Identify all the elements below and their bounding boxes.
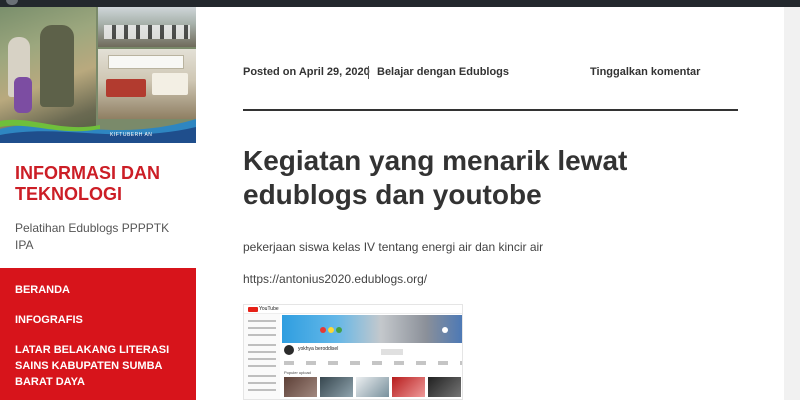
post-title: Kegiatan yang menarik lewat edublogs dan… [243, 145, 628, 210]
browser-top-bar [0, 0, 800, 7]
channel-avatar [284, 345, 294, 355]
post-date-link[interactable]: Posted on April 29, 2020 [243, 66, 370, 78]
yt-channel-info: yokhya beroddisel [284, 345, 434, 357]
yt-logo-text: YouTube [259, 306, 279, 312]
site-description: Pelatihan Edublogs PPPPTK IPA [15, 221, 170, 252]
post-paragraph: pekerjaan siswa kelas IV tentang energi … [243, 240, 544, 254]
post-content: Posted on April 29, 2020 Belajar dengan … [196, 7, 784, 400]
yt-channel-banner [282, 315, 462, 343]
nav-item-infografis[interactable]: INFOGRAFIS [15, 312, 185, 328]
header-photo-desks [98, 49, 196, 119]
toolbar-icon [6, 0, 18, 5]
meta-divider [368, 66, 369, 79]
yt-sidebar [244, 314, 280, 399]
main-navigation: BERANDA INFOGRAFIS LATAR BELAKANG LITERA… [0, 268, 196, 400]
channel-name: yokhya beroddisel [298, 346, 339, 352]
site-title[interactable]: INFORMASI DAN TEKNOLOGI [15, 163, 185, 205]
yt-video-thumb [284, 377, 317, 397]
header-image: KIFTUBERH AN [0, 7, 196, 143]
yt-tabs [284, 361, 462, 365]
youtube-logo-icon [248, 307, 258, 312]
page-gutter [784, 7, 800, 400]
title-divider [243, 109, 738, 111]
youtube-screenshot-image[interactable]: YouTube yokhya beroddisel Populer upload [243, 304, 463, 400]
post-url-text: https://antonius2020.edublogs.org/ [243, 272, 428, 286]
leave-comment-link[interactable]: Tinggalkan komentar [590, 66, 700, 78]
nav-item-latar-belakang[interactable]: LATAR BELAKANG LITERASI SAINS KABUPATEN … [15, 342, 185, 390]
yt-video-thumb [428, 377, 461, 397]
nav-item-beranda[interactable]: BERANDA [15, 282, 185, 298]
header-caption: KIFTUBERH AN [110, 132, 153, 138]
yt-video-thumb [392, 377, 425, 397]
yt-topbar: YouTube [244, 305, 462, 314]
post-category-link[interactable]: Belajar dengan Edublogs [377, 66, 509, 78]
header-photo-classroom [98, 7, 196, 47]
yt-video-thumb [320, 377, 353, 397]
yt-section-label: Populer upload [284, 370, 311, 375]
yt-subscribe-button [381, 349, 403, 355]
sidebar: KIFTUBERH AN INFORMASI DAN TEKNOLOGI Pel… [0, 7, 196, 400]
yt-video-thumb [356, 377, 389, 397]
